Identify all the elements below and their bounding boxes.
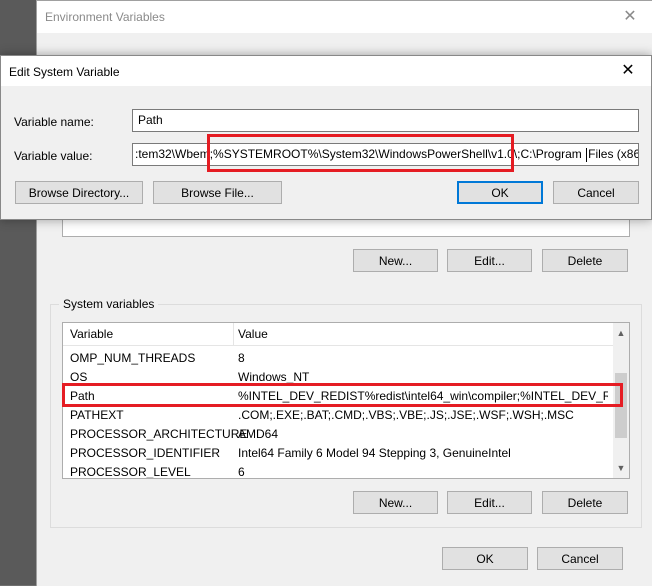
- user-new-button[interactable]: New...: [353, 249, 438, 272]
- table-row[interactable]: PROCESSOR_LEVEL 6: [63, 462, 629, 479]
- row-variable: PROCESSOR_LEVEL: [70, 465, 191, 479]
- env-cancel-button[interactable]: Cancel: [537, 547, 623, 570]
- scroll-up-icon[interactable]: ▲: [613, 325, 629, 341]
- env-ok-button[interactable]: OK: [442, 547, 528, 570]
- row-value: %INTEL_DEV_REDIST%redist\intel64_win\com…: [238, 389, 608, 403]
- table-row[interactable]: PROCESSOR_ARCHITECTURE AMD64: [63, 424, 629, 443]
- variable-value-label: Variable value:: [14, 149, 93, 163]
- row-value: Windows_NT: [238, 370, 310, 384]
- row-value: .COM;.EXE;.BAT;.CMD;.VBS;.VBE;.JS;.JSE;.…: [238, 408, 574, 422]
- browse-file-button[interactable]: Browse File...: [153, 181, 282, 204]
- env-window-title: Environment Variables: [45, 10, 165, 24]
- row-variable: PATHEXT: [70, 408, 124, 422]
- value-text-after-caret: Files (x86)\I: [588, 147, 638, 161]
- browse-directory-button[interactable]: Browse Directory...: [15, 181, 143, 204]
- row-value: AMD64: [238, 427, 279, 441]
- column-header-variable[interactable]: Variable: [70, 327, 113, 341]
- value-text-before-caret: :tem32\Wbem;%SYSTEMROOT%\System32\Window…: [135, 147, 586, 161]
- table-row[interactable]: PATHEXT .COM;.EXE;.BAT;.CMD;.VBS;.VBE;.J…: [63, 405, 629, 424]
- table-row[interactable]: OMP_NUM_THREADS 8: [63, 348, 629, 367]
- edit-ok-button[interactable]: OK: [457, 181, 543, 204]
- row-variable: PROCESSOR_IDENTIFIER: [70, 446, 221, 460]
- edit-system-variable-dialog: Edit System Variable ✕ Variable name: Pa…: [0, 55, 652, 220]
- row-value: Intel64 Family 6 Model 94 Stepping 3, Ge…: [238, 446, 511, 460]
- list-header: Variable Value: [63, 323, 629, 346]
- user-edit-button[interactable]: Edit...: [447, 249, 532, 272]
- user-delete-button[interactable]: Delete: [542, 249, 628, 272]
- variable-name-label: Variable name:: [14, 115, 94, 129]
- row-variable: OS: [70, 370, 88, 384]
- variable-value-input[interactable]: :tem32\Wbem;%SYSTEMROOT%\System32\Window…: [132, 143, 639, 166]
- row-variable: Path: [70, 389, 95, 403]
- system-new-button[interactable]: New...: [353, 491, 438, 514]
- system-delete-button[interactable]: Delete: [542, 491, 628, 514]
- table-row[interactable]: OS Windows_NT: [63, 367, 629, 386]
- column-header-value[interactable]: Value: [238, 327, 268, 341]
- system-edit-button[interactable]: Edit...: [447, 491, 532, 514]
- row-variable: PROCESSOR_ARCHITECTURE: [70, 427, 248, 441]
- edit-titlebar: Edit System Variable ✕: [1, 56, 651, 86]
- scroll-down-icon[interactable]: ▼: [613, 460, 629, 476]
- row-variable: OMP_NUM_THREADS: [70, 351, 196, 365]
- scroll-thumb[interactable]: [615, 373, 627, 438]
- table-row-path[interactable]: Path %INTEL_DEV_REDIST%redist\intel64_wi…: [63, 386, 629, 405]
- row-value: 8: [238, 351, 245, 365]
- env-titlebar: Environment Variables ✕: [37, 1, 652, 33]
- system-variables-label: System variables: [59, 297, 159, 311]
- column-divider[interactable]: [233, 323, 234, 345]
- edit-cancel-button[interactable]: Cancel: [553, 181, 639, 204]
- close-icon[interactable]: ✕: [607, 1, 652, 33]
- system-variables-list[interactable]: Variable Value OMP_NUM_THREADS 8 OS Wind…: [62, 322, 630, 479]
- close-icon[interactable]: ✕: [605, 56, 651, 86]
- vertical-scrollbar[interactable]: ▲ ▼: [613, 323, 629, 478]
- row-value: 6: [238, 465, 245, 479]
- edit-dialog-title: Edit System Variable: [9, 65, 120, 79]
- table-row[interactable]: PROCESSOR_IDENTIFIER Intel64 Family 6 Mo…: [63, 443, 629, 462]
- text-caret: [586, 147, 588, 162]
- variable-name-input[interactable]: Path: [132, 109, 639, 132]
